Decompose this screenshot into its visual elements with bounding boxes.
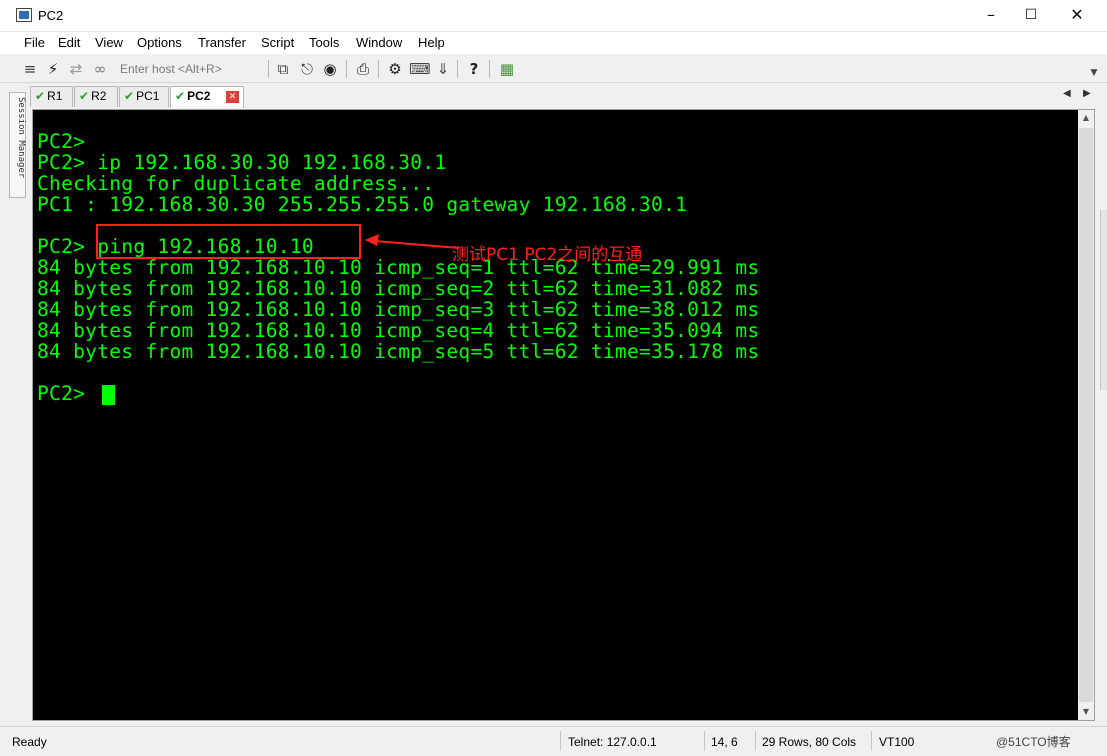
status-separator: [560, 731, 561, 751]
terminal-area[interactable]: PC2> PC2> ip 192.168.30.30 192.168.30.1 …: [33, 110, 1078, 720]
terminal-line: 84 bytes from 192.168.10.10 icmp_seq=4 t…: [37, 319, 760, 342]
terminal-line: 84 bytes from 192.168.10.10 icmp_seq=2 t…: [37, 277, 760, 300]
settings-icon[interactable]: ⚙: [385, 59, 405, 79]
connect-icon[interactable]: ≡: [20, 59, 40, 79]
tab-pc1[interactable]: ✔ PC1: [119, 86, 169, 107]
print-icon[interactable]: ⎙: [353, 59, 373, 79]
status-connection: Telnet: 127.0.0.1: [568, 735, 657, 749]
menu-edit[interactable]: Edit: [58, 35, 80, 50]
status-separator: [755, 731, 756, 751]
status-bar: Ready Telnet: 127.0.0.1 14, 6 29 Rows, 8…: [0, 726, 1107, 756]
toolbar-separator: [346, 60, 347, 78]
annotation-text: 测试PC1 PC2之间的互通: [452, 245, 643, 265]
tab-scroll-left-icon[interactable]: ◀: [1063, 88, 1071, 99]
tab-close-icon[interactable]: ✕: [226, 91, 239, 103]
toolbar-separator: [489, 60, 490, 78]
toolbar: ≡ ⚡ ⇄ ∞ ⧉ ⎋ ◉ ⎙ ⚙ ⌨ ⇓ ? ▦ ▼: [0, 55, 1107, 83]
quick-connect-icon[interactable]: ⚡: [43, 59, 63, 79]
title-bar: PC2 – ☐ ✕: [0, 0, 1107, 32]
terminal-line: 84 bytes from 192.168.10.10 icmp_seq=1 t…: [37, 256, 760, 279]
menu-tools[interactable]: Tools: [309, 35, 339, 50]
session-manager-tab[interactable]: Session Manager: [9, 92, 26, 198]
copy-icon[interactable]: ⧉: [273, 59, 293, 79]
terminal-cursor: [102, 385, 115, 405]
toolbar-separator: [268, 60, 269, 78]
toolbar-separator: [378, 60, 379, 78]
terminal-line: PC2> ip 192.168.30.30 192.168.30.1: [37, 151, 447, 174]
terminal-line: PC2>: [37, 130, 86, 153]
menu-view[interactable]: View: [95, 35, 123, 50]
disconnect-icon[interactable]: ∞: [90, 59, 110, 79]
toolbar-separator: [457, 60, 458, 78]
close-button[interactable]: ✕: [1054, 0, 1100, 31]
paste-icon[interactable]: ⎋: [297, 59, 317, 79]
tab-r1[interactable]: ✔ R1: [30, 86, 73, 107]
status-cursor-position: 14, 6: [711, 735, 738, 749]
terminal-scrollbar[interactable]: ▲ ▼: [1078, 110, 1094, 720]
session-manager-label: Session Manager: [16, 97, 26, 179]
tab-scroll-right-icon[interactable]: ▶: [1083, 88, 1091, 99]
status-separator: [704, 731, 705, 751]
menu-file[interactable]: File: [24, 35, 45, 50]
connected-check-icon: ✔: [175, 89, 186, 103]
terminal-line: 84 bytes from 192.168.10.10 icmp_seq=3 t…: [37, 298, 760, 321]
scroll-down-icon[interactable]: ▼: [1078, 704, 1094, 720]
terminal-line: 84 bytes from 192.168.10.10 icmp_seq=5 t…: [37, 340, 760, 363]
status-separator: [871, 731, 872, 751]
keymap-icon[interactable]: ⌨: [409, 59, 431, 79]
menu-script[interactable]: Script: [261, 35, 294, 50]
maximize-button[interactable]: ☐: [1008, 0, 1054, 31]
tab-r2[interactable]: ✔ R2: [74, 86, 118, 107]
menu-bar: File Edit View Options Transfer Script T…: [0, 32, 1107, 54]
connected-check-icon: ✔: [124, 89, 135, 103]
script-icon[interactable]: ▦: [497, 59, 517, 79]
find-icon[interactable]: ◉: [320, 59, 340, 79]
sftp-icon[interactable]: ⇓: [433, 59, 453, 79]
help-icon[interactable]: ?: [464, 59, 484, 79]
terminal-line: PC2>: [37, 382, 98, 405]
watermark-text: @51CTO博客: [996, 735, 1071, 749]
tab-label: PC2: [187, 89, 211, 103]
securecrt-window: PC2 – ☐ ✕ File Edit View Options Transfe…: [0, 0, 1107, 756]
annotation-arrow-icon: [365, 234, 460, 249]
scroll-thumb[interactable]: [1079, 128, 1093, 702]
menu-transfer[interactable]: Transfer: [198, 35, 246, 50]
scroll-up-icon[interactable]: ▲: [1078, 110, 1094, 126]
annotation-highlight-box: [96, 224, 361, 259]
menu-options[interactable]: Options: [137, 35, 182, 50]
tab-label: R1: [47, 89, 63, 103]
connected-check-icon: ✔: [35, 89, 46, 103]
status-emulation: VT100: [879, 735, 915, 749]
host-input[interactable]: [116, 59, 264, 79]
tab-label: PC1: [136, 89, 160, 103]
menu-help[interactable]: Help: [418, 35, 445, 50]
menu-window[interactable]: Window: [356, 35, 402, 50]
reconnect-icon[interactable]: ⇄: [66, 59, 86, 79]
connected-check-icon: ✔: [79, 89, 90, 103]
app-icon: [16, 8, 32, 22]
background-window-edge: [1100, 210, 1107, 390]
status-terminal-size: 29 Rows, 80 Cols: [762, 735, 857, 749]
window-title: PC2: [38, 8, 64, 23]
status-ready: Ready: [12, 735, 47, 749]
tab-label: R2: [91, 89, 107, 103]
session-tab-bar: ✔ R1 ✔ R2 ✔ PC1 ✔ PC2 ✕ ◀ ▶: [30, 84, 1107, 108]
toolbar-overflow-icon[interactable]: ▼: [1084, 63, 1104, 83]
terminal-line: Checking for duplicate address...: [37, 172, 435, 195]
terminal-line: PC1 : 192.168.30.30 255.255.255.0 gatewa…: [37, 193, 688, 216]
